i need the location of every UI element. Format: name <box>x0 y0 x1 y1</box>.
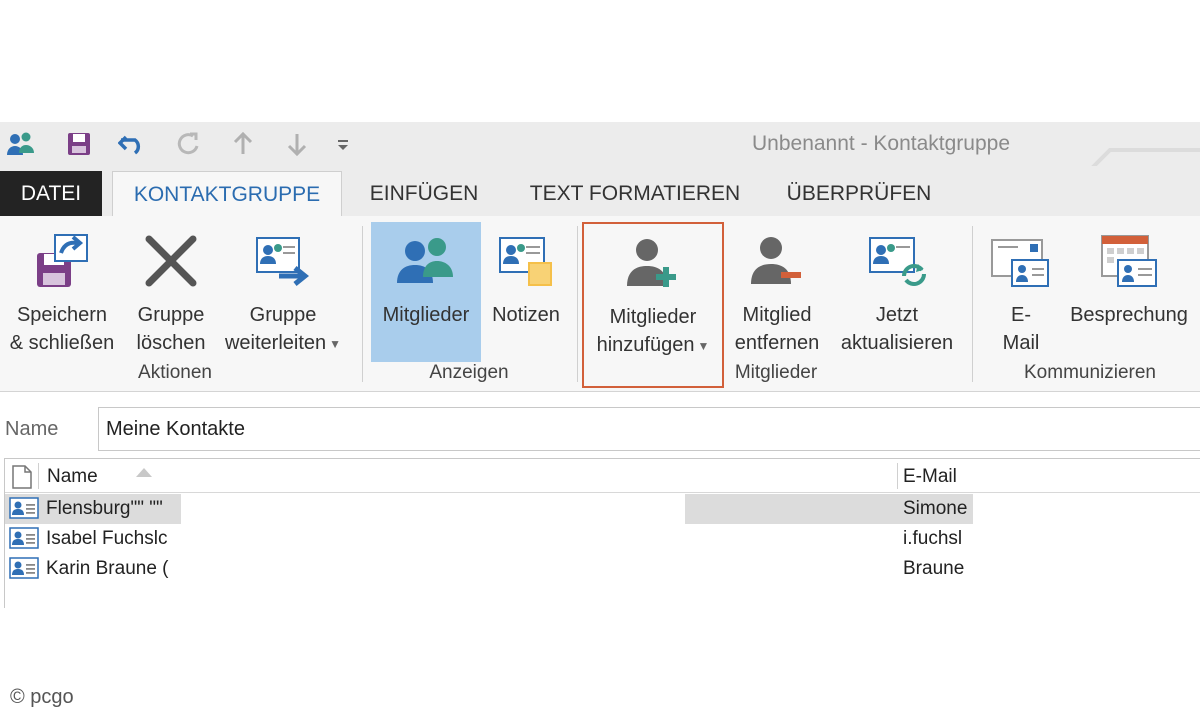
add-member-icon <box>623 224 683 302</box>
save-close-label-1: Speichern <box>16 304 108 326</box>
remove-member-label-2: entfernen <box>734 332 820 354</box>
contact-card-icon <box>9 557 39 584</box>
add-members-button[interactable]: Mitglieder hinzufügen ▼ <box>582 222 724 388</box>
tab-file[interactable]: DATEI <box>0 171 102 216</box>
arrow-up-icon <box>226 128 260 160</box>
member-name: Flensburg"" "" <box>46 498 163 519</box>
group-name-row: Name <box>0 404 1200 452</box>
show-members-button[interactable]: Mitglieder <box>371 222 481 362</box>
list-header: Name E-Mail <box>5 459 1200 493</box>
remove-member-label-1: Mitglied <box>742 304 812 326</box>
group-label-members: Mitglieder <box>734 362 818 383</box>
forward-group-icon <box>253 222 313 300</box>
email-contact-icon <box>990 222 1052 300</box>
customize-toolbar-icon[interactable] <box>326 128 360 160</box>
contact-card-icon <box>9 527 39 554</box>
refresh-contacts-icon <box>866 222 928 300</box>
member-name: Isabel Fuchslc <box>46 528 168 549</box>
remove-member-icon <box>747 222 807 300</box>
add-members-label-1: Mitglieder <box>609 306 697 328</box>
column-header-email[interactable]: E-Mail <box>903 466 957 488</box>
delete-x-icon <box>143 222 199 300</box>
notes-icon <box>496 222 556 300</box>
undo-icon[interactable] <box>116 128 150 160</box>
delete-group-label-2: löschen <box>136 332 206 354</box>
save-icon[interactable] <box>62 128 96 160</box>
table-row[interactable]: Karin Braune ( Braune <box>5 554 1200 584</box>
member-name: Karin Braune ( <box>46 558 169 579</box>
email-button[interactable]: E- Mail <box>986 222 1056 362</box>
update-now-button[interactable]: Jetzt aktualisieren <box>832 222 962 362</box>
member-list: Name E-Mail Flensburg"" "" Simone Isabel… <box>4 458 1200 608</box>
group-divider <box>362 226 363 382</box>
forward-group-button[interactable]: Gruppe weiterleiten ▼ <box>216 222 350 362</box>
table-row[interactable]: Flensburg"" "" Simone <box>5 494 1200 524</box>
watermark: © pcgo <box>10 686 74 708</box>
update-now-label-1: Jetzt <box>875 304 919 326</box>
tab-review[interactable]: ÜBERPRÜFEN <box>778 171 940 216</box>
member-email: i.fuchsl <box>903 528 963 549</box>
email-label-1: E- <box>1011 304 1031 326</box>
email-label-2: Mail <box>1002 332 1040 354</box>
column-divider[interactable] <box>897 463 898 489</box>
tab-format-text[interactable]: TEXT FORMATIEREN <box>520 171 750 216</box>
add-members-label-2: hinzufügen ▼ <box>597 330 710 361</box>
group-label-actions: Aktionen <box>138 362 212 383</box>
forward-group-label-1: Gruppe <box>249 304 317 326</box>
ribbon: Speichern & schließen Gruppe löschen Gru… <box>0 216 1200 392</box>
arrow-down-icon <box>280 128 314 160</box>
contact-card-icon <box>9 497 39 524</box>
forward-group-label-2-text: weiterleiten <box>224 332 327 354</box>
column-header-name[interactable]: Name <box>47 466 98 488</box>
member-email: Simone <box>903 498 968 519</box>
update-now-label-2: aktualisieren <box>840 332 954 354</box>
save-close-label-2: & schließen <box>9 332 115 354</box>
save-and-close-button[interactable]: Speichern & schließen <box>4 222 120 362</box>
notes-label: Notizen <box>492 304 560 326</box>
members-icon <box>395 222 457 300</box>
delete-group-label-1: Gruppe <box>137 304 205 326</box>
meeting-button[interactable]: Besprechung <box>1062 222 1196 362</box>
tab-insert[interactable]: EINFÜGEN <box>358 171 490 216</box>
delete-group-button[interactable]: Gruppe löschen <box>128 222 214 362</box>
ribbon-tab-bar: DATEI KONTAKTGRUPPE EINFÜGEN TEXT FORMAT… <box>0 166 1200 217</box>
member-email: Braune <box>903 558 965 579</box>
remove-member-button[interactable]: Mitglied entfernen <box>728 222 826 362</box>
notes-button[interactable]: Notizen <box>484 222 568 362</box>
group-divider <box>577 226 578 382</box>
group-name-input[interactable] <box>98 407 1200 451</box>
show-members-label: Mitglieder <box>382 304 470 326</box>
meeting-calendar-icon <box>1098 222 1160 300</box>
contact-group-app-icon <box>4 128 38 160</box>
page-icon <box>11 465 33 494</box>
add-members-label-2-text: hinzufügen <box>596 334 695 356</box>
redo-icon <box>172 128 206 160</box>
name-label: Name <box>5 418 59 440</box>
sort-ascending-icon <box>135 465 153 484</box>
save-close-icon <box>33 222 91 300</box>
table-row[interactable]: Isabel Fuchslc i.fuchsl <box>5 524 1200 554</box>
chevron-down-icon: ▼ <box>697 338 710 353</box>
group-label-communicate: Kommunizieren <box>1024 362 1156 383</box>
meeting-label: Besprechung <box>1070 304 1188 326</box>
forward-group-label-2: weiterleiten ▼ <box>225 328 341 359</box>
group-label-show: Anzeigen <box>429 362 509 383</box>
column-divider[interactable] <box>38 463 39 489</box>
group-divider <box>972 226 973 382</box>
tab-contact-group[interactable]: KONTAKTGRUPPE <box>112 171 342 217</box>
chevron-down-icon: ▼ <box>329 336 342 351</box>
